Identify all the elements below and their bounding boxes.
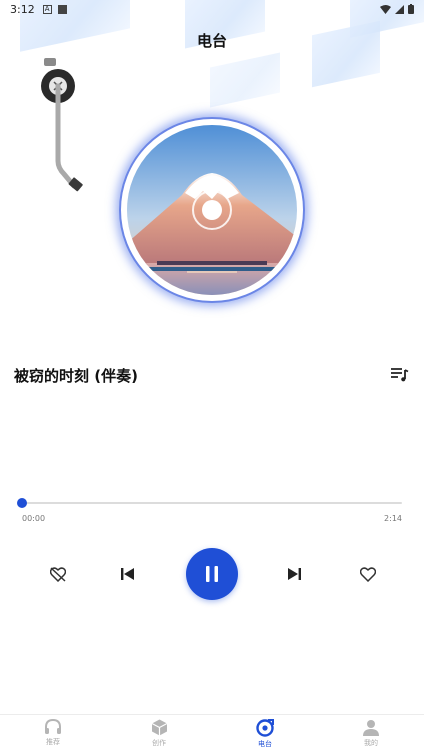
album-disc[interactable] (119, 117, 305, 303)
headphones-icon (45, 719, 61, 734)
playlist-icon (391, 368, 409, 382)
current-time: 00:00 (22, 514, 46, 523)
notification-a-icon: A (42, 4, 52, 14)
progress-slider[interactable] (16, 496, 402, 510)
bottom-navigation: 推荐 创作 电台 我的 (0, 714, 424, 753)
play-pause-button[interactable] (186, 548, 238, 600)
nav-item-mine[interactable]: 我的 (318, 715, 424, 753)
nav-label-recommend: 推荐 (46, 738, 60, 746)
favorite-button[interactable] (354, 560, 382, 588)
nav-label-radio: 电台 (258, 740, 272, 748)
skip-previous-icon (120, 568, 134, 580)
progress-knob[interactable] (16, 498, 27, 508)
total-time: 2:14 (384, 514, 402, 523)
box-icon (151, 719, 167, 736)
playback-controls (0, 547, 424, 601)
nav-label-create: 创作 (152, 739, 166, 747)
status-time: 3:12 (10, 2, 35, 16)
wifi-icon (380, 4, 391, 14)
disc-spindle (192, 190, 232, 230)
song-title: 被窃的时刻 (伴奏) (14, 366, 138, 385)
playlist-button[interactable] (388, 363, 412, 387)
nav-label-mine: 我的 (364, 739, 378, 747)
signal-icon (395, 4, 404, 14)
person-icon (363, 720, 379, 736)
heart-broken-icon (50, 566, 66, 582)
pause-icon (206, 566, 218, 582)
notification-square-icon (57, 4, 67, 14)
status-bar: 3:12 A (0, 0, 424, 18)
skip-next-icon (287, 568, 301, 580)
page-title: 电台 (196, 32, 227, 50)
battery-icon (408, 4, 414, 14)
nav-item-create[interactable]: 创作 (106, 715, 212, 753)
next-button[interactable] (280, 560, 308, 588)
progress-track (18, 502, 402, 504)
radio-disc-icon (256, 719, 274, 737)
song-info-row: 被窃的时刻 (伴奏) (14, 362, 412, 388)
tonearm-icon (41, 58, 83, 192)
nav-item-radio[interactable]: 电台 (212, 715, 318, 753)
dislike-button[interactable] (44, 560, 72, 588)
nav-item-recommend[interactable]: 推荐 (0, 715, 106, 753)
previous-button[interactable] (113, 560, 141, 588)
heart-icon (360, 566, 376, 582)
